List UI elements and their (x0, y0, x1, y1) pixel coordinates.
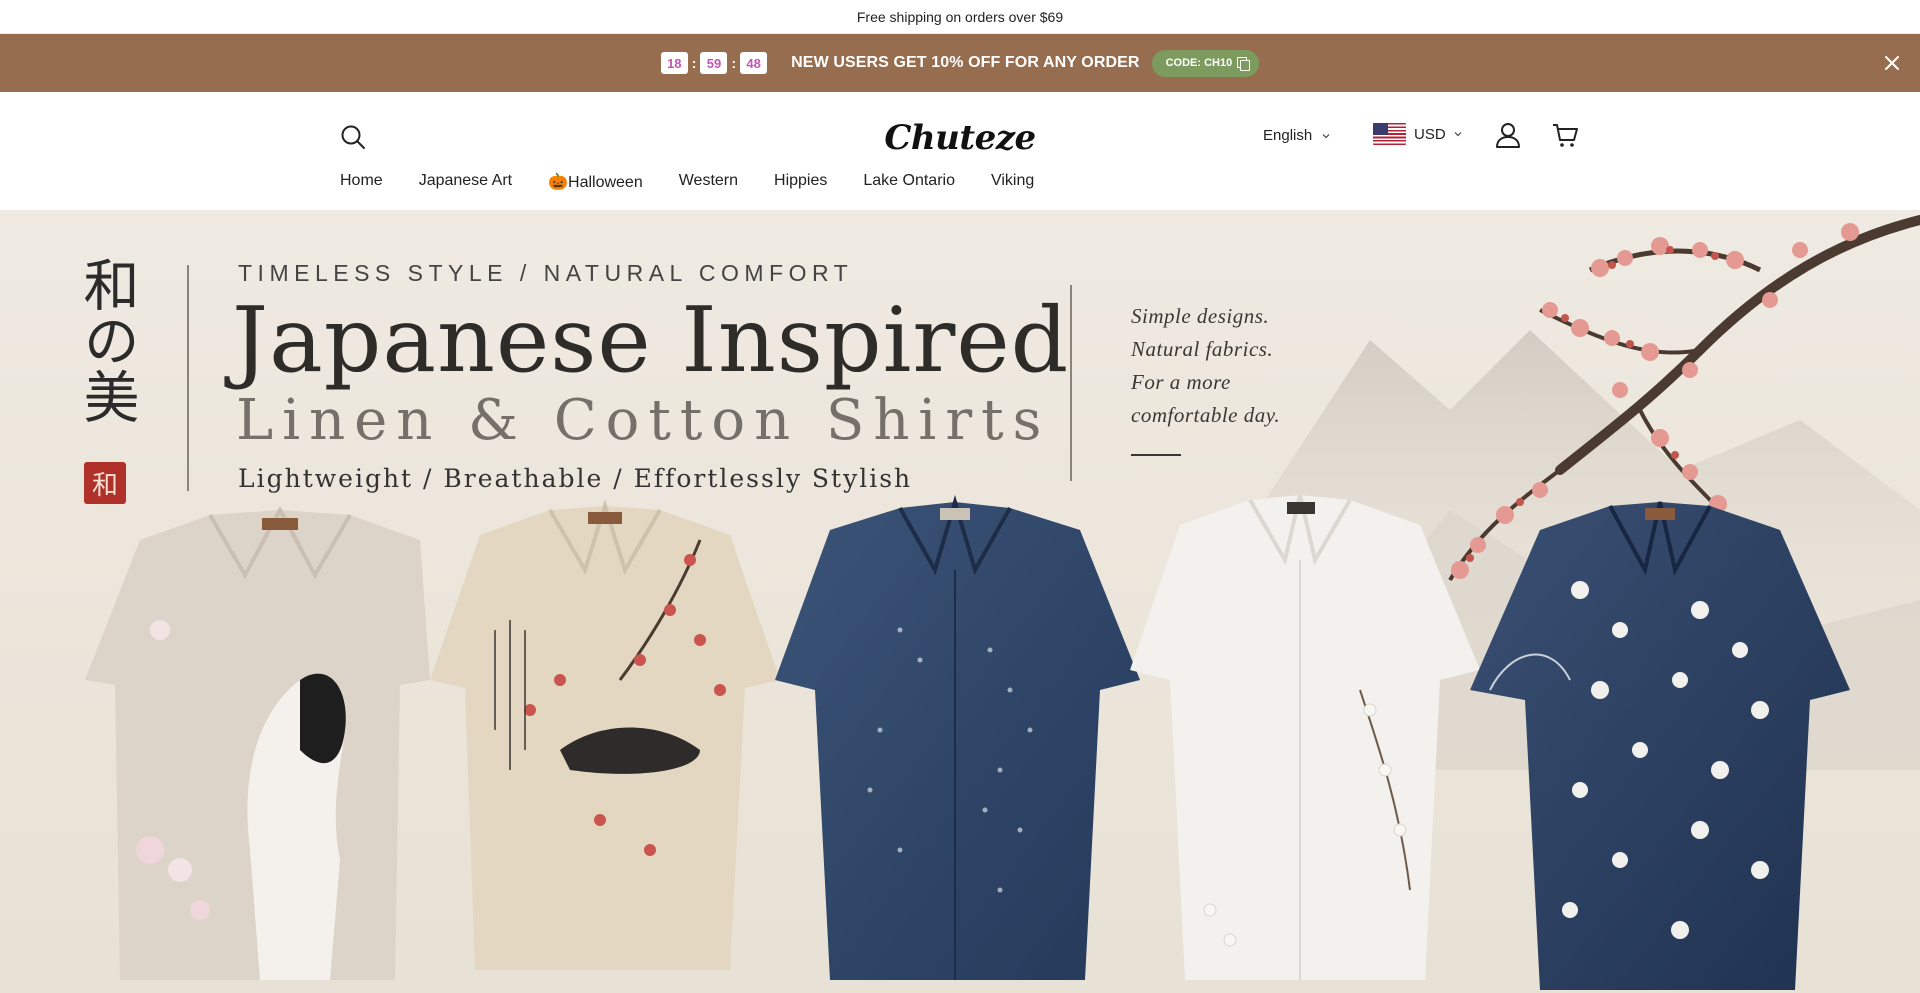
cart-icon[interactable] (1551, 121, 1579, 149)
nav-item-hippies[interactable]: Hippies (774, 172, 827, 192)
divider-left (187, 265, 189, 491)
kanji-text: 和の美 (74, 256, 139, 424)
promo-bar: 18 : 59 : 48 NEW USERS GET 10% OFF FOR A… (0, 34, 1920, 92)
copy-icon (1237, 56, 1251, 71)
nav-item-viking[interactable]: Viking (991, 172, 1034, 192)
quote-line: For a more (1131, 370, 1231, 394)
timer-separator: : (731, 55, 737, 71)
quote-line: comfortable day. (1131, 403, 1281, 427)
hero-title: Japanese Inspired (232, 288, 1070, 393)
nav-item-halloween[interactable]: 🎃Halloween (548, 172, 643, 192)
us-flag-icon (1373, 123, 1406, 145)
chevron-down-icon (1454, 132, 1462, 137)
search-icon[interactable] (340, 124, 366, 150)
promo-code-label: CODE: CH10 (1165, 57, 1233, 69)
quote-underline (1131, 454, 1181, 456)
timer-hours: 18 (660, 52, 688, 74)
chevron-down-icon (1322, 133, 1330, 138)
hero-banner[interactable]: 和の美 和 TIMELESS STYLE / NATURAL COMFORT J… (0, 210, 1920, 993)
red-seal-stamp: 和 (84, 462, 126, 504)
shirt-denim-image (775, 494, 1140, 980)
hero-quote: Simple designs. Natural fabrics. For a m… (1131, 300, 1280, 432)
announcement-text: Free shipping on orders over $69 (856, 8, 1064, 25)
timer-minutes: 59 (700, 52, 728, 74)
hero-features: Lightweight / Breathable / Effortlessly … (238, 464, 913, 493)
shirt-cream-calligraphy-image (430, 499, 780, 970)
timer-seconds: 48 (740, 52, 768, 74)
nav-item-japanese-art[interactable]: Japanese Art (419, 172, 512, 192)
divider-right (1070, 285, 1072, 481)
currency-selector[interactable]: USD (1373, 123, 1462, 145)
site-logo[interactable]: Chuteze (884, 118, 1036, 158)
shirt-beige-cat-image (85, 505, 430, 980)
timer-separator: : (691, 55, 697, 71)
nav-item-lake-ontario[interactable]: Lake Ontario (863, 172, 955, 192)
promo-message: NEW USERS GET 10% OFF FOR ANY ORDER (791, 54, 1140, 71)
nav-item-home[interactable]: Home (340, 172, 383, 192)
site-header: Chuteze English USD Home Japanese Art 🎃H (0, 92, 1920, 210)
quote-line: Natural fabrics. (1131, 337, 1274, 361)
announcement-bar: Free shipping on orders over $69 (0, 0, 1920, 34)
close-icon[interactable] (1882, 53, 1902, 73)
copy-code-button[interactable]: CODE: CH10 (1151, 49, 1260, 77)
language-selector[interactable]: English (1263, 127, 1330, 144)
countdown-timer: 18 : 59 : 48 (660, 52, 768, 74)
quote-line: Simple designs. (1131, 304, 1270, 328)
nav-item-western[interactable]: Western (679, 172, 738, 192)
main-nav: Home Japanese Art 🎃Halloween Western Hip… (340, 172, 1070, 192)
hero-tagline: TIMELESS STYLE / NATURAL COMFORT (238, 260, 854, 286)
currency-label: USD (1414, 125, 1446, 143)
user-icon[interactable] (1494, 121, 1522, 149)
language-label: English (1263, 127, 1313, 144)
shirt-white-linen-image (1130, 494, 1480, 980)
hero-subtitle: Linen & Cotton Shirts (236, 388, 1051, 453)
